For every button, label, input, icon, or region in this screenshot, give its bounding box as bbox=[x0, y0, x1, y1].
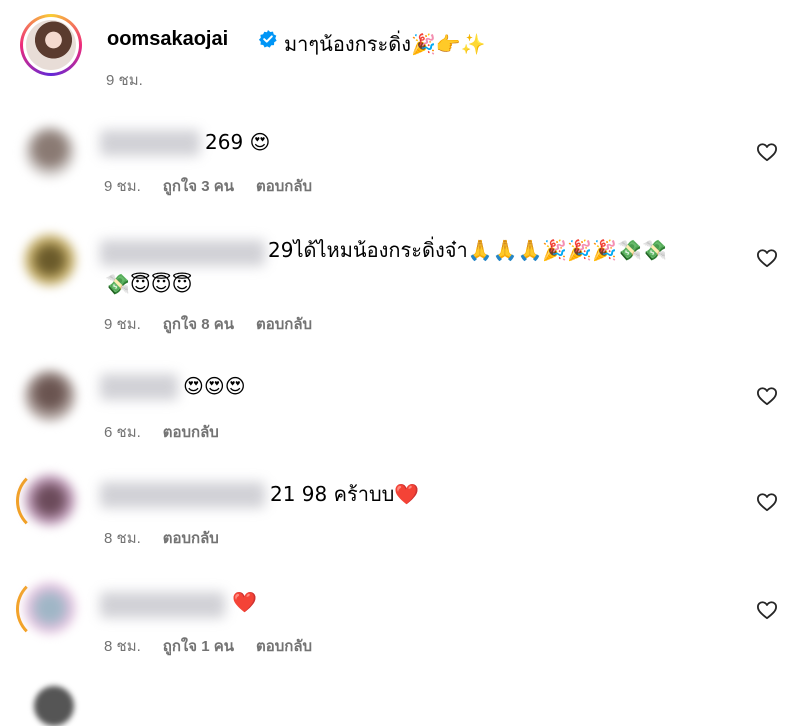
comment-time[interactable]: 9 ชม. bbox=[104, 316, 141, 333]
comment-time[interactable]: 8 ชม. bbox=[104, 530, 141, 547]
like-heart-icon[interactable] bbox=[756, 386, 778, 406]
comment-time[interactable]: 6 ชม. bbox=[104, 424, 141, 441]
post-caption: oomsakaojai มาๆน้องกระดิ่ง🎉👉✨ 9 ชม. bbox=[20, 14, 780, 94]
commenter-username-blurred[interactable] bbox=[100, 482, 265, 508]
comment-likes[interactable]: ถูกใจ 8 คน bbox=[163, 316, 234, 333]
reply-button[interactable]: ตอบกลับ bbox=[256, 638, 312, 655]
comment-text: 269 😍 bbox=[205, 130, 271, 154]
commenter-avatar-partial[interactable] bbox=[34, 686, 74, 726]
commenter-username-blurred[interactable] bbox=[100, 592, 225, 618]
author-username[interactable]: oomsakaojai bbox=[107, 28, 228, 51]
author-avatar[interactable] bbox=[20, 14, 82, 76]
comment-likes[interactable]: ถูกใจ 3 คน bbox=[163, 178, 234, 195]
verified-badge-icon bbox=[258, 29, 278, 49]
comment-text: 😍😍😍 bbox=[183, 374, 246, 398]
comment-meta: 9 ชม. ถูกใจ 8 คน ตอบกลับ bbox=[104, 312, 334, 336]
reply-button[interactable]: ตอบกลับ bbox=[163, 424, 219, 441]
commenter-avatar[interactable] bbox=[24, 474, 76, 526]
like-heart-icon[interactable] bbox=[756, 492, 778, 512]
reply-button[interactable]: ตอบกลับ bbox=[256, 316, 312, 333]
comment-text: ❤️ bbox=[232, 590, 257, 614]
comment-text: 21 98 คร้าบบ❤️ bbox=[270, 482, 420, 506]
comment-meta: 9 ชม. ถูกใจ 3 คน ตอบกลับ bbox=[104, 174, 334, 198]
comment-text-line2: 💸😇😇😇 bbox=[105, 272, 193, 296]
caption-text: มาๆน้องกระดิ่ง🎉👉✨ bbox=[284, 32, 486, 56]
comment-time[interactable]: 8 ชม. bbox=[104, 638, 141, 655]
comment-text: 29ได้ไหมน้องกระดิ่งจ๋า🙏🙏🙏🎉🎉🎉💸💸 bbox=[268, 238, 667, 262]
reply-button[interactable]: ตอบกลับ bbox=[256, 178, 312, 195]
comment-time[interactable]: 9 ชม. bbox=[104, 178, 141, 195]
like-heart-icon[interactable] bbox=[756, 600, 778, 620]
commenter-avatar[interactable] bbox=[24, 370, 76, 422]
like-heart-icon[interactable] bbox=[756, 142, 778, 162]
comment-likes[interactable]: ถูกใจ 1 คน bbox=[163, 638, 234, 655]
caption-time[interactable]: 9 ชม. bbox=[106, 68, 143, 92]
commenter-avatar[interactable] bbox=[24, 126, 76, 178]
commenter-avatar[interactable] bbox=[24, 234, 76, 286]
comment-meta: 6 ชม. ตอบกลับ bbox=[104, 420, 241, 444]
commenter-username-blurred[interactable] bbox=[100, 130, 200, 156]
commenter-avatar[interactable] bbox=[24, 582, 76, 634]
commenter-username-blurred[interactable] bbox=[100, 240, 265, 266]
commenter-username-blurred[interactable] bbox=[100, 374, 178, 400]
comment-meta: 8 ชม. ตอบกลับ bbox=[104, 526, 241, 550]
comment-meta: 8 ชม. ถูกใจ 1 คน ตอบกลับ bbox=[104, 634, 334, 658]
reply-button[interactable]: ตอบกลับ bbox=[163, 530, 219, 547]
like-heart-icon[interactable] bbox=[756, 248, 778, 268]
